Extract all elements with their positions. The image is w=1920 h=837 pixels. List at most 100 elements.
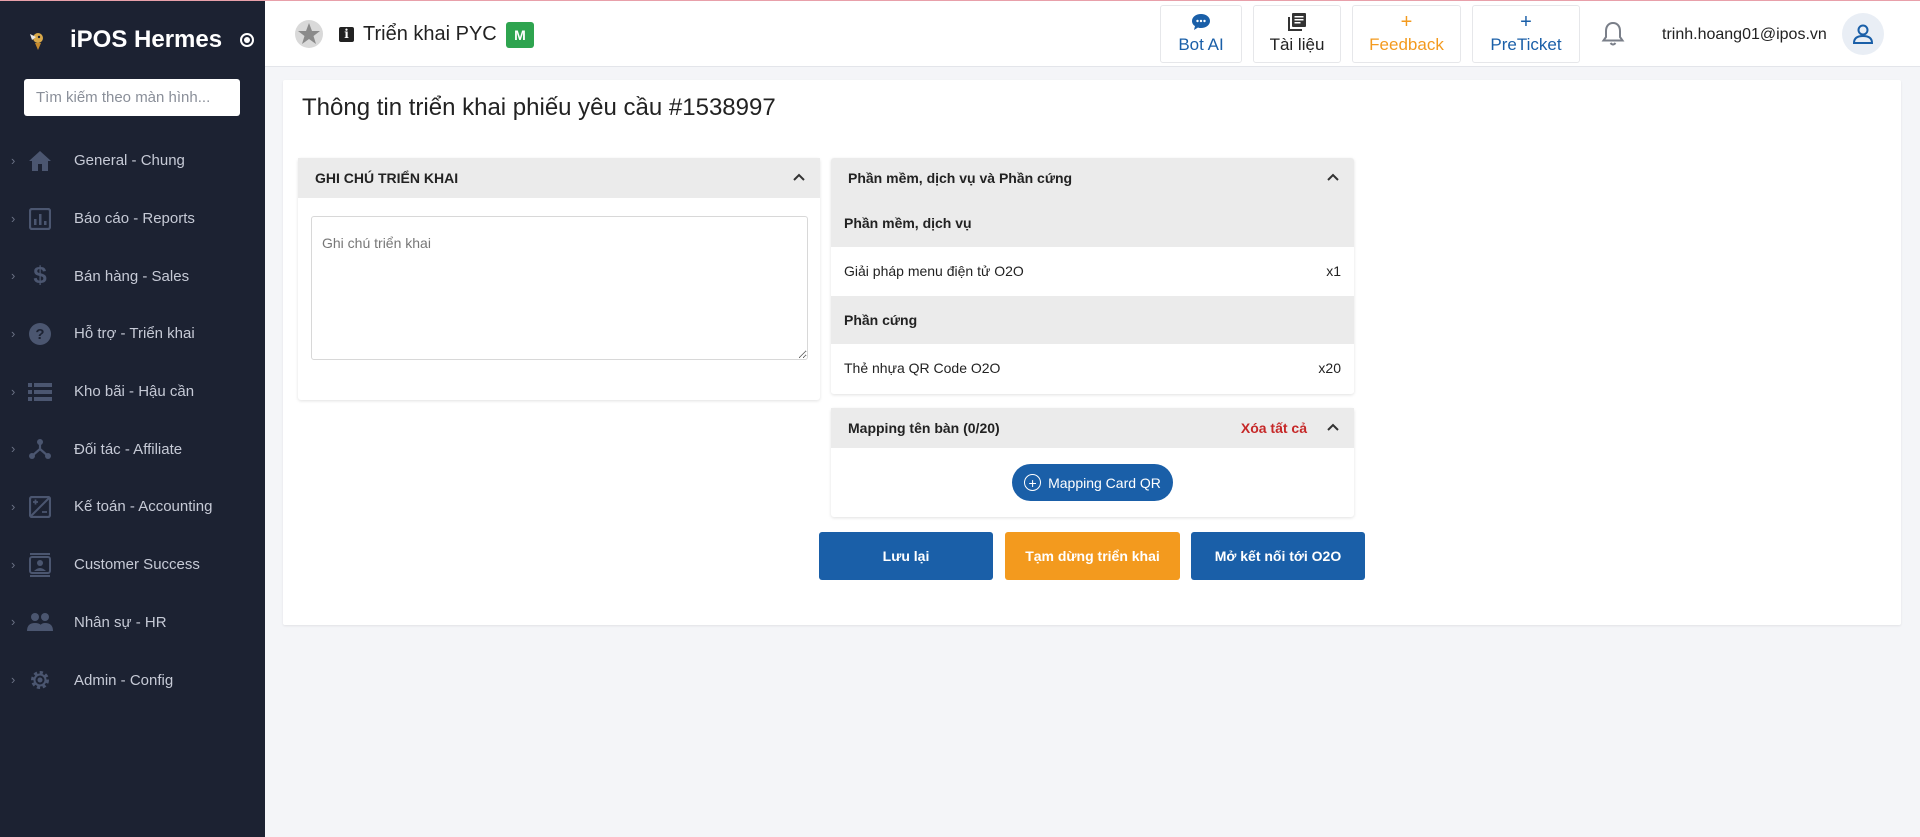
sidebar-item-label: Customer Success bbox=[74, 556, 200, 574]
report-chart-icon bbox=[27, 206, 53, 232]
chevron-right-icon: › bbox=[11, 268, 16, 284]
sidebar-item-label: Hỗ trợ - Triển khai bbox=[74, 325, 195, 343]
chevron-right-icon: › bbox=[11, 383, 16, 399]
hardware-subheader: Phần cứng bbox=[831, 295, 1354, 344]
chevron-right-icon: › bbox=[11, 614, 16, 630]
list-stack-icon bbox=[27, 379, 53, 405]
sidebar-item-affiliate[interactable]: › Đối tác - Affiliate bbox=[0, 420, 265, 478]
mapping-panel-title: Mapping tên bàn (0/20) bbox=[848, 420, 1000, 436]
sidebar-item-label: Báo cáo - Reports bbox=[74, 210, 195, 228]
sidebar-item-admin[interactable]: › Admin - Config bbox=[0, 651, 265, 709]
software-subheader: Phần mềm, dịch vụ bbox=[831, 198, 1354, 247]
clear-all-button[interactable]: Xóa tất cả bbox=[1241, 420, 1307, 436]
sidebar-item-label: General - Chung bbox=[74, 152, 185, 170]
sidebar-menu: › General - Chung › Báo cáo - Reports › … bbox=[0, 132, 265, 709]
chevron-right-icon: › bbox=[11, 498, 16, 514]
item-qty: x1 bbox=[1326, 263, 1341, 280]
chevron-right-icon: › bbox=[11, 556, 16, 572]
chevron-right-icon: › bbox=[11, 672, 16, 688]
contacts-icon bbox=[27, 552, 53, 578]
radio-dot-icon[interactable] bbox=[240, 33, 255, 47]
status-badge: M bbox=[506, 22, 534, 48]
hermes-logo-icon bbox=[30, 33, 43, 50]
mapping-card-qr-label: Mapping Card QR bbox=[1048, 474, 1161, 491]
sidebar-item-label: Bán hàng - Sales bbox=[74, 267, 190, 285]
sidebar-item-general[interactable]: › General - Chung bbox=[0, 132, 265, 190]
bell-icon[interactable] bbox=[1601, 21, 1625, 47]
chevron-right-icon: › bbox=[11, 152, 16, 168]
brand-name: iPOS Hermes bbox=[70, 26, 223, 53]
chevron-right-icon: › bbox=[11, 325, 16, 341]
list-item: Thẻ nhựa QR Code O2O x20 bbox=[831, 344, 1354, 393]
hardware-heading: Phần cứng bbox=[844, 311, 918, 328]
mapping-panel-header[interactable]: Mapping tên bàn (0/20) Xóa tất cả bbox=[831, 408, 1354, 448]
plus-icon: + bbox=[1520, 11, 1532, 33]
top-header: i Triển khai PYC M Bot AI Tài liệu + Fee… bbox=[265, 1, 1920, 67]
sidebar-item-sales[interactable]: › $ Bán hàng - Sales bbox=[0, 247, 265, 305]
sidebar-item-label: Kế toán - Accounting bbox=[74, 498, 213, 516]
add-circle-icon: + bbox=[1024, 474, 1042, 491]
dollar-icon: $ bbox=[33, 262, 47, 290]
notes-panel-header[interactable]: GHI CHÚ TRIỂN KHAI bbox=[298, 158, 820, 198]
documents-button[interactable]: Tài liệu bbox=[1253, 5, 1341, 63]
sidebar-item-label: Admin - Config bbox=[74, 671, 174, 689]
plus-icon: + bbox=[1400, 11, 1413, 33]
save-button[interactable]: Lưu lại bbox=[819, 532, 993, 580]
item-name: Giải pháp menu điện tử O2O bbox=[844, 263, 1024, 280]
chevron-right-icon: › bbox=[11, 441, 16, 457]
sidebar-item-support[interactable]: › ? Hỗ trợ - Triển khai bbox=[0, 305, 265, 363]
item-qty: x20 bbox=[1318, 360, 1341, 377]
main-card: Thông tin triển khai phiếu yêu cầu #1538… bbox=[283, 80, 1901, 625]
user-email[interactable]: trinh.hoang01@ipos.vn bbox=[1662, 26, 1827, 44]
info-icon[interactable]: i bbox=[339, 27, 354, 42]
brand[interactable]: iPOS Hermes bbox=[26, 22, 255, 58]
notes-panel: GHI CHÚ TRIỂN KHAI bbox=[298, 158, 820, 400]
gear-icon bbox=[27, 667, 53, 693]
bot-ai-button[interactable]: Bot AI bbox=[1160, 5, 1242, 63]
help-circle-icon: ? bbox=[27, 321, 53, 347]
avatar[interactable] bbox=[1842, 13, 1884, 55]
home-icon bbox=[27, 148, 53, 174]
software-heading: Phần mềm, dịch vụ bbox=[844, 214, 972, 231]
calculator-icon bbox=[27, 494, 53, 520]
products-panel-header[interactable]: Phần mềm, dịch vụ và Phần cứng bbox=[831, 158, 1354, 198]
sidebar-item-reports[interactable]: › Báo cáo - Reports bbox=[0, 190, 265, 248]
sidebar-item-label: Đối tác - Affiliate bbox=[74, 440, 183, 458]
chevron-up-icon[interactable] bbox=[1326, 170, 1340, 184]
sidebar-search-input[interactable] bbox=[24, 79, 240, 116]
feedback-button[interactable]: + Feedback bbox=[1352, 5, 1461, 63]
item-name: Thẻ nhựa QR Code O2O bbox=[844, 360, 1001, 377]
chat-bubble-icon bbox=[1192, 13, 1210, 31]
page-header-title: Triển khai PYC bbox=[363, 23, 497, 45]
favorite-star-icon[interactable] bbox=[294, 19, 324, 49]
preticket-button[interactable]: + PreTicket bbox=[1472, 5, 1580, 63]
sidebar-item-accounting[interactable]: › Kế toán - Accounting bbox=[0, 478, 265, 536]
list-item: Giải pháp menu điện tử O2O x1 bbox=[831, 247, 1354, 296]
svg-text:?: ? bbox=[35, 326, 44, 343]
top-accent-line bbox=[0, 0, 1920, 1]
people-icon bbox=[27, 609, 53, 635]
sidebar-item-label: Nhân sự - HR bbox=[74, 613, 167, 631]
products-panel: Phần mềm, dịch vụ và Phần cứng Phần mềm,… bbox=[831, 158, 1354, 394]
user-icon bbox=[1852, 24, 1874, 44]
chevron-up-icon[interactable] bbox=[1326, 420, 1340, 434]
products-panel-title: Phần mềm, dịch vụ và Phần cứng bbox=[848, 170, 1073, 186]
sidebar-item-warehouse[interactable]: › Kho bãi - Hậu cần bbox=[0, 363, 265, 421]
sidebar-item-customer-success[interactable]: › Customer Success bbox=[0, 536, 265, 594]
feedback-label: Feedback bbox=[1369, 35, 1444, 54]
chevron-up-icon[interactable] bbox=[792, 170, 806, 184]
sidebar: iPOS Hermes › General - Chung › Báo cáo … bbox=[0, 0, 265, 837]
mapping-panel: Mapping tên bàn (0/20) Xóa tất cả + Mapp… bbox=[831, 408, 1354, 517]
bot-ai-label: Bot AI bbox=[1178, 35, 1224, 54]
mapping-card-qr-button[interactable]: + Mapping Card QR bbox=[1012, 464, 1173, 501]
page-title: Thông tin triển khai phiếu yêu cầu #1538… bbox=[302, 94, 776, 121]
network-hub-icon bbox=[27, 436, 53, 462]
notes-textarea[interactable] bbox=[311, 216, 808, 360]
pause-deployment-button[interactable]: Tạm dừng triển khai bbox=[1005, 532, 1180, 580]
preticket-label: PreTicket bbox=[1490, 35, 1562, 54]
notes-panel-title: GHI CHÚ TRIỂN KHAI bbox=[315, 170, 459, 186]
sidebar-item-label: Kho bãi - Hậu cần bbox=[74, 383, 195, 401]
open-o2o-connection-button[interactable]: Mở kết nối tới O2O bbox=[1191, 532, 1365, 580]
library-books-icon bbox=[1288, 13, 1306, 31]
sidebar-item-hr[interactable]: › Nhân sự - HR bbox=[0, 594, 265, 652]
